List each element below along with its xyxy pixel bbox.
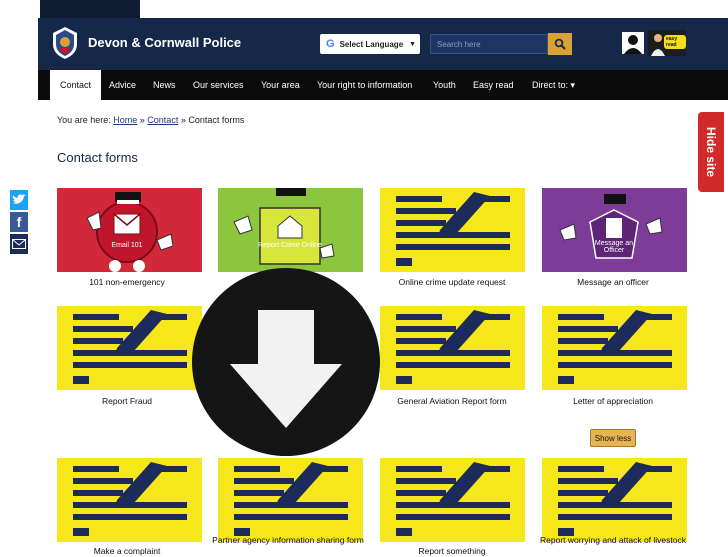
form-pencil-icon <box>396 192 510 266</box>
form-pencil-icon <box>558 310 672 384</box>
breadcrumb-home-link[interactable]: Home <box>113 115 137 125</box>
twitter-share-button[interactable] <box>10 190 28 210</box>
tile-make-a-complaint[interactable] <box>57 458 202 542</box>
easy-read-badge: easy read <box>664 35 686 49</box>
form-pencil-icon <box>558 462 672 536</box>
facebook-share-button[interactable]: f <box>10 212 28 232</box>
nav-item-easy-read[interactable]: Easy read <box>473 70 514 100</box>
tile-art-text: Email 101 <box>111 242 143 249</box>
main-nav: Contact Advice News Our services Your ar… <box>38 70 728 100</box>
breadcrumb-contact-link[interactable]: Contact <box>147 115 178 125</box>
tile-report-crime-online[interactable]: Report Crime Online <box>218 188 363 272</box>
tile-label[interactable]: General Aviation Report form <box>367 396 537 407</box>
tile-101-non-emergency[interactable]: Email 101 <box>57 188 202 272</box>
breadcrumb-current: Contact forms <box>188 115 245 125</box>
tile-general-aviation-report[interactable] <box>380 306 525 390</box>
breadcrumb: You are here: Home » Contact » Contact f… <box>57 115 244 125</box>
tile-report-fraud[interactable] <box>57 306 202 390</box>
envelope-icon <box>12 239 26 249</box>
tile-label[interactable]: Report Fraud <box>42 396 212 407</box>
site-header: Devon & Cornwall Police G Select Languag… <box>38 18 728 70</box>
easy-read-avatar[interactable]: easy read <box>648 30 686 56</box>
show-less-button[interactable]: Show less <box>590 429 636 447</box>
police-crest-logo[interactable] <box>50 26 80 60</box>
tile-label[interactable]: Make a complaint <box>42 546 212 557</box>
tile-online-crime-update-request[interactable] <box>380 188 525 272</box>
search-button[interactable] <box>548 33 572 55</box>
nav-item-right-to-information[interactable]: Your right to information <box>317 70 412 100</box>
chevron-down-icon: ▼ <box>409 40 417 48</box>
page-title: Contact forms <box>57 150 138 165</box>
download-arrow-icon[interactable] <box>190 266 382 458</box>
tile-message-an-officer[interactable]: Message an Officer <box>542 188 687 272</box>
search-input[interactable]: Search here <box>430 34 548 54</box>
person-icon <box>624 35 642 54</box>
tile-letter-of-appreciation[interactable] <box>542 306 687 390</box>
tile-label[interactable]: 101 non-emergency <box>42 277 212 288</box>
tile-art-text: Message an Officer <box>594 240 634 254</box>
form-pencil-icon <box>396 462 510 536</box>
tile-label[interactable]: Report worrying and attack of livestock <box>528 535 698 546</box>
nav-item-contact[interactable]: Contact <box>50 70 102 100</box>
tile-label[interactable]: Letter of appreciation <box>528 396 698 407</box>
tile-report-worrying-livestock[interactable] <box>542 458 687 542</box>
social-share-bar: f <box>10 190 28 256</box>
site-name[interactable]: Devon & Cornwall Police <box>88 35 241 50</box>
language-select-label: Select Language <box>339 39 404 49</box>
nav-item-youth[interactable]: Youth <box>433 70 456 100</box>
hide-site-button[interactable]: Hide site <box>698 112 724 192</box>
email-101-illustration <box>86 192 174 272</box>
tile-label[interactable]: Online crime update request <box>367 277 537 288</box>
tile-report-something[interactable] <box>380 458 525 542</box>
form-pencil-icon <box>234 462 348 536</box>
message-officer-illustration <box>559 194 663 259</box>
nav-item-news[interactable]: News <box>153 70 176 100</box>
twitter-icon <box>12 194 26 204</box>
search-icon <box>554 38 566 50</box>
top-strip-dark <box>40 0 140 18</box>
form-pencil-icon <box>396 310 510 384</box>
hide-site-label: Hide site <box>704 126 718 178</box>
nav-item-your-area[interactable]: Your area <box>261 70 300 100</box>
email-share-button[interactable] <box>10 234 28 254</box>
nav-item-direct-to[interactable]: Direct to: ▾ <box>532 70 575 100</box>
tile-label[interactable]: Partner agency information sharing form <box>203 535 373 546</box>
language-select[interactable]: G Select Language ▼ <box>320 34 420 54</box>
top-strip <box>0 0 728 18</box>
tile-label[interactable]: Report something <box>367 546 537 557</box>
tile-label[interactable]: Message an officer <box>528 277 698 288</box>
breadcrumb-separator: » <box>139 115 145 125</box>
report-crime-illustration <box>233 188 335 265</box>
breadcrumb-separator: » <box>180 115 186 125</box>
facebook-icon: f <box>16 214 22 230</box>
form-pencil-icon <box>73 310 187 384</box>
breadcrumb-prefix: You are here: <box>57 115 111 125</box>
google-g-icon: G <box>326 38 335 50</box>
nav-item-our-services[interactable]: Our services <box>193 70 244 100</box>
accessibility-avatar[interactable] <box>622 32 644 54</box>
tile-partner-agency-information-sharing[interactable] <box>218 458 363 542</box>
nav-item-advice[interactable]: Advice <box>109 70 136 100</box>
tile-art-text: Report Crime Online <box>258 242 322 249</box>
form-pencil-icon <box>73 462 187 536</box>
